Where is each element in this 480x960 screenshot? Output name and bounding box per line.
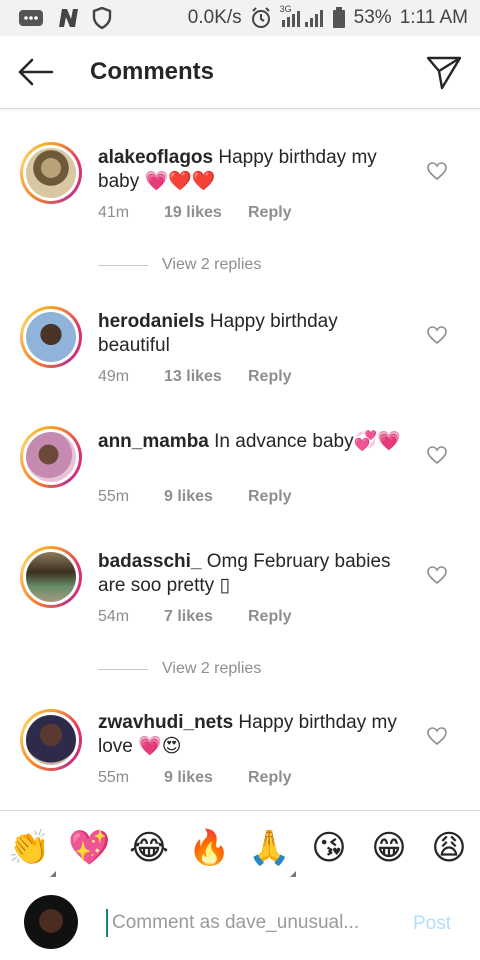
arrow-left-icon [18,58,54,86]
alarm-icon [250,7,272,29]
comment-time: 41m [98,204,130,221]
variant-indicator-icon [50,871,56,877]
like-button[interactable] [427,446,449,466]
page-title: Comments [90,58,215,85]
clock: 1:11 AM [399,7,468,28]
avatar[interactable] [20,426,82,488]
reply-button[interactable]: Reply [248,368,292,386]
comment-username[interactable]: alakeoflagos [98,147,213,168]
heart-outline-icon [427,446,447,465]
comment-username[interactable]: ann_mamba [98,431,209,452]
battery-icon [332,7,346,29]
like-button[interactable] [427,566,449,586]
comment-emojis: ▯ [219,575,230,596]
post-button[interactable]: Post [413,913,451,935]
heart-outline-icon [427,727,447,746]
network-type: 3G [279,4,292,14]
avatar[interactable] [20,546,82,608]
network-speed: 0.0K/s [187,7,242,28]
heart-outline-icon [427,326,447,345]
avatar[interactable] [20,142,82,204]
reply-button[interactable]: Reply [248,769,292,787]
emoji-kiss-button[interactable]: 😘 [308,827,350,869]
app-header: Comments [0,36,480,109]
view-replies-button[interactable]: View 2 replies [98,660,261,678]
emoji-clap-button[interactable]: 👏 [8,827,50,869]
comment-meta: 49m 13 likes Reply [98,368,292,386]
comment-input[interactable] [106,909,402,937]
variant-indicator-icon [290,871,296,877]
avatar[interactable] [20,306,82,368]
comment-likes[interactable]: 19 likes [164,204,248,222]
comment-text: badasschi_ Omg February babies are soo p… [98,550,410,598]
emoji-laugh-button[interactable]: 😂 [128,827,170,869]
emoji-fire-button[interactable]: 🔥 [188,827,230,869]
signal-icon: 3G [280,4,324,28]
comment-emojis: 💗❤️❤️ [144,171,216,192]
comment-likes[interactable]: 7 likes [164,608,248,626]
comment-likes[interactable]: 13 likes [164,368,248,386]
like-button[interactable] [427,162,449,182]
emoji-quick-bar: 👏 💖 😂 🔥 🙏 😘 😁 😩 [0,810,480,886]
comment-body: In advance baby [208,431,354,452]
comment-text: herodaniels Happy birthday beautiful [98,310,410,358]
divider [98,264,148,266]
shield-icon [92,7,112,29]
divider [98,668,148,670]
like-button[interactable] [427,326,449,346]
comment-time: 55m [98,769,130,786]
view-replies-label: View 2 replies [162,256,262,273]
battery-level: 53% [353,7,392,28]
my-avatar [24,895,78,949]
comment-username[interactable]: zwavhudi_nets [98,712,233,733]
emoji-weary-button[interactable]: 😩 [428,827,470,869]
comment-meta: 55m 9 likes Reply [98,769,292,787]
heart-outline-icon [427,162,447,181]
comment-meta: 41m 19 likes Reply [98,204,292,222]
reply-button[interactable]: Reply [248,488,292,506]
comment-username[interactable]: herodaniels [98,311,205,332]
comment-text: ann_mamba In advance baby💞💗 [98,430,410,454]
avatar[interactable] [20,709,82,771]
comment-time: 55m [98,488,130,505]
comment-meta: 54m 7 likes Reply [98,608,292,626]
chat-notification-icon [18,9,44,27]
comment-username[interactable]: badasschi_ [98,551,202,572]
comment-likes[interactable]: 9 likes [164,488,248,506]
emoji-grin-button[interactable]: 😁 [368,827,410,869]
comment-emojis: 💞💗 [353,431,401,452]
view-replies-button[interactable]: View 2 replies [98,256,261,274]
back-button[interactable] [16,54,56,90]
heart-outline-icon [427,566,447,585]
view-replies-label: View 2 replies [162,660,262,677]
reply-button[interactable]: Reply [248,204,292,222]
comment-text: zwavhudi_nets Happy birthday my love 💗😍 [98,711,410,759]
emoji-pray-button[interactable]: 🙏 [248,827,290,869]
status-bar: 0.0K/s 3G 53% 1:11 AM [0,0,480,36]
share-button[interactable] [424,52,464,92]
n-app-icon [56,7,80,29]
comment-time: 49m [98,368,130,385]
like-button[interactable] [427,727,449,747]
comment-likes[interactable]: 9 likes [164,769,248,787]
reply-button[interactable]: Reply [248,608,292,626]
comment-meta: 55m 9 likes Reply [98,488,292,506]
comment-emojis: 💗😍 [138,736,182,757]
comment-composer: Post [0,885,480,960]
comment-text: alakeoflagos Happy birthday my baby 💗❤️❤… [98,146,410,194]
paper-plane-icon [426,56,462,90]
comment-time: 54m [98,608,130,625]
emoji-heart-button[interactable]: 💖 [68,827,110,869]
